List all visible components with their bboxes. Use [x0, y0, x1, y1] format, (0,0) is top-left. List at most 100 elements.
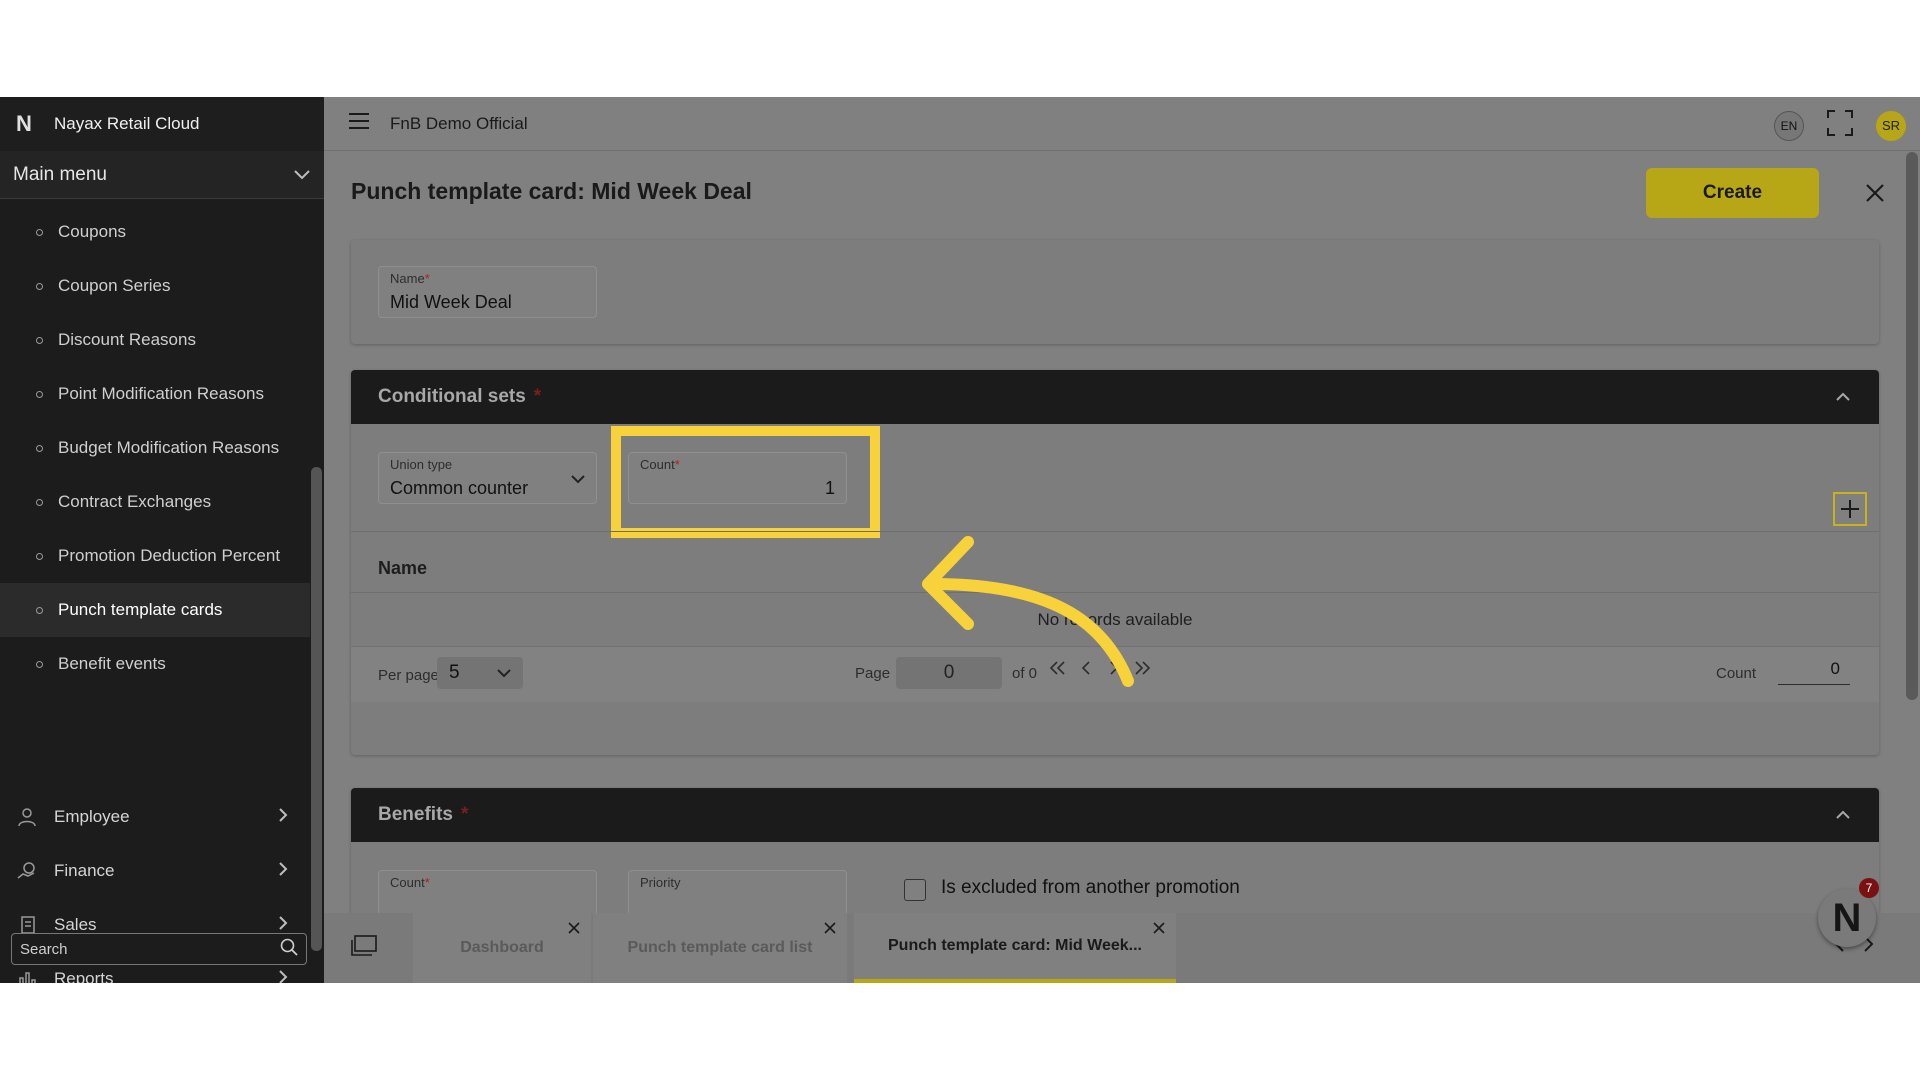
sidebar-item-label: Reports	[54, 969, 114, 983]
user-avatar[interactable]: SR	[1876, 110, 1906, 141]
bullet-icon	[36, 498, 43, 506]
sidebar-item-coupons[interactable]: Coupons	[0, 205, 310, 259]
fullscreen-icon[interactable]	[1826, 109, 1854, 142]
chevron-down-icon	[571, 471, 585, 489]
total-count-value: 0	[1778, 659, 1850, 685]
add-row-button[interactable]	[1833, 492, 1867, 526]
page-label: Page	[855, 665, 891, 682]
sidebar: N Nayax Retail Cloud Main menu Coupons C…	[0, 97, 324, 983]
close-icon[interactable]	[823, 921, 837, 935]
page-title: Punch template card: Mid Week Deal	[351, 178, 752, 204]
excluded-checkbox-label: Is excluded from another promotion	[941, 877, 1240, 898]
close-icon[interactable]	[1860, 178, 1890, 208]
conditional-sets-header[interactable]: Conditional sets *	[351, 370, 1879, 424]
chevron-up-icon[interactable]	[1835, 807, 1851, 823]
name-card: Name* Mid Week Deal	[351, 240, 1879, 344]
per-page-value: 5	[449, 662, 460, 683]
bullet-icon	[36, 390, 43, 398]
tab-label: Punch template card list	[627, 939, 813, 956]
union-type-select[interactable]: Union type Common counter	[378, 452, 597, 504]
sidebar-subitems: Coupons Coupon Series Discount Reasons P…	[0, 205, 310, 691]
employee-icon	[16, 806, 38, 828]
sidebar-item-point-modification-reasons[interactable]: Point Modification Reasons	[0, 367, 310, 421]
required-mark: *	[460, 804, 469, 825]
create-button[interactable]: Create	[1646, 168, 1819, 218]
per-page-label: Per page:	[378, 667, 444, 684]
sidebar-item-employee[interactable]: Employee	[0, 790, 310, 844]
column-header-name[interactable]: Name	[378, 558, 427, 579]
required-mark: *	[533, 386, 542, 407]
top-header: FnB Demo Official EN SR	[324, 97, 1920, 151]
windows-icon[interactable]	[350, 935, 380, 959]
sidebar-item-label: Sales	[54, 915, 97, 934]
benefit-count-label: Count*	[390, 875, 430, 890]
close-icon[interactable]	[567, 921, 581, 935]
chevron-right-icon	[279, 915, 288, 935]
union-type-label: Union type	[390, 457, 453, 472]
hamburger-menu-icon[interactable]	[348, 113, 370, 134]
chevron-up-icon[interactable]	[1835, 389, 1851, 405]
sidebar-item-promotion-deduction-percent[interactable]: Promotion Deduction Percent	[0, 529, 310, 583]
excluded-checkbox[interactable]	[904, 879, 926, 901]
main-menu-label: Main menu	[13, 163, 107, 185]
sidebar-item-coupon-series[interactable]: Coupon Series	[0, 259, 310, 313]
benefits-header[interactable]: Benefits *	[351, 788, 1879, 842]
sidebar-scrollbar[interactable]	[311, 467, 322, 951]
sidebar-item-label: Point Modification Reasons	[58, 384, 265, 403]
sidebar-item-contract-exchanges[interactable]: Contract Exchanges	[0, 475, 310, 529]
section-title-text: Conditional sets	[378, 386, 526, 407]
sidebar-item-punch-template-cards[interactable]: Punch template cards	[0, 583, 310, 637]
reports-icon	[16, 968, 38, 983]
tab-label: Dashboard	[460, 939, 544, 956]
tab-punch-template-card-mid-week[interactable]: Punch template card: Mid Week...	[854, 913, 1176, 983]
tab-bar: Dashboard Punch template card list Punch…	[324, 913, 1920, 983]
tab-punch-template-card-list[interactable]: Punch template card list	[593, 913, 847, 983]
sidebar-item-label: Contract Exchanges	[58, 492, 212, 511]
bullet-icon	[36, 228, 43, 236]
name-field[interactable]: Name* Mid Week Deal	[378, 266, 597, 318]
count-label: Count	[1716, 665, 1757, 682]
union-type-value: Common counter	[390, 478, 529, 498]
name-field-label-text: Name	[390, 271, 425, 286]
chevron-right-icon	[279, 861, 288, 881]
sidebar-item-label: Employee	[54, 807, 130, 826]
sidebar-item-discount-reasons[interactable]: Discount Reasons	[0, 313, 310, 367]
language-selector[interactable]: EN	[1774, 110, 1804, 141]
sidebar-item-label: Punch template cards	[58, 600, 223, 619]
tab-dashboard[interactable]: Dashboard	[413, 913, 591, 983]
bullet-icon	[36, 282, 43, 290]
section-title: Conditional sets *	[378, 386, 541, 408]
bullet-icon	[36, 606, 43, 614]
app-window: N Nayax Retail Cloud Main menu Coupons C…	[0, 97, 1920, 983]
sidebar-search-input[interactable]	[20, 940, 280, 958]
per-page-select[interactable]: 5	[437, 657, 523, 689]
chevron-down-icon	[294, 167, 310, 183]
notification-badge: 7	[1859, 878, 1879, 898]
benefit-count-label-text: Count	[390, 875, 425, 890]
required-mark: *	[424, 271, 430, 286]
search-icon[interactable]	[280, 938, 298, 961]
sidebar-item-label: Benefit events	[58, 654, 166, 673]
sidebar-item-budget-modification-reasons[interactable]: Budget Modification Reasons	[0, 421, 310, 475]
brand-name: Nayax Retail Cloud	[54, 114, 200, 133]
section-title-text: Benefits	[378, 804, 453, 825]
brand-header: N Nayax Retail Cloud	[0, 97, 324, 151]
sidebar-item-label: Promotion Deduction Percent	[58, 546, 281, 565]
tab-label: Punch template card: Mid Week...	[888, 937, 1142, 954]
tutorial-arrow-icon	[922, 536, 1134, 687]
content-scrollbar[interactable]	[1906, 152, 1918, 700]
close-icon[interactable]	[1152, 921, 1166, 935]
highlight-box	[611, 426, 880, 538]
sidebar-item-label: Coupon Series	[58, 276, 171, 295]
section-title: Benefits *	[378, 804, 468, 826]
bullet-icon	[36, 660, 43, 668]
header-actions: EN SR	[1774, 109, 1906, 142]
name-field-label: Name*	[390, 271, 430, 286]
required-mark: *	[424, 875, 430, 890]
sidebar-item-label: Coupons	[58, 222, 127, 241]
main-menu-toggle[interactable]: Main menu	[0, 151, 324, 199]
bullet-icon	[36, 444, 43, 452]
sidebar-item-finance[interactable]: Finance	[0, 844, 310, 898]
name-field-value: Mid Week Deal	[390, 292, 512, 312]
sidebar-item-benefit-events[interactable]: Benefit events	[0, 637, 310, 691]
